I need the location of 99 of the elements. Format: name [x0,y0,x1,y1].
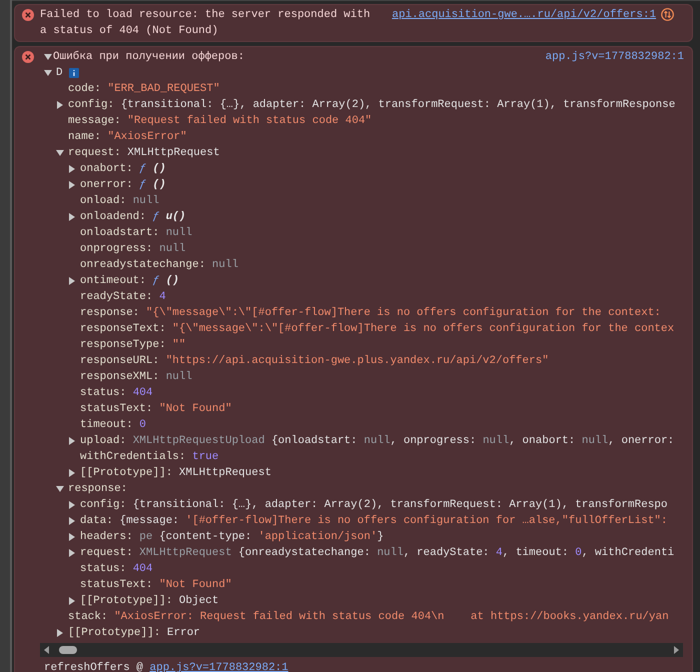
disclosure-triangle-icon[interactable] [68,181,76,189]
property-value: "" [172,338,186,353]
property-key: upload: [80,433,126,449]
property-value: ƒ () [139,178,166,193]
property-key: headers: [80,529,133,545]
property-key: onloadend: [80,209,146,225]
disclosure-triangle-icon[interactable] [44,53,52,61]
property-key: onloadstart: [80,225,160,241]
property-key: request: [68,145,121,161]
property-key: request: [80,545,133,561]
property-value: "ERR_BAD_REQUEST" [108,82,220,97]
property-key: onprogress: [80,241,153,257]
object-label: D [56,66,63,81]
disclosure-triangle-icon[interactable] [68,213,76,221]
property-key: config: [80,497,126,513]
property-key: message: [68,113,121,129]
disclosure-triangle-icon[interactable] [68,549,76,557]
disclosure-triangle-icon[interactable] [56,149,64,157]
property-key: responseText: [80,321,166,337]
property-value: pe {content-type: 'application/json'} [139,530,384,545]
property-value: XMLHttpRequest [127,146,220,161]
property-key: [[Prototype]]: [68,625,160,641]
property-key: data: [80,513,114,529]
disclosure-triangle-icon[interactable] [56,485,64,493]
error-icon [22,9,34,21]
property-value: {transitional: {…}, adapter: Array(2), transformRequest: Array(1), transformRespo [132,498,668,513]
property-value: "Not Found" [159,578,232,593]
disclosure-triangle-icon[interactable] [68,165,76,173]
property-value: "Request failed with status code 404" [127,114,372,129]
property-key: name: [68,129,102,145]
at-sign: @ [136,661,144,672]
property-key: statusText: [80,577,153,593]
property-value: 0 [139,418,146,433]
property-value: 404 [132,562,153,577]
disclosure-triangle-icon[interactable] [68,437,76,445]
property-key: withCredentials: [80,449,186,465]
property-key: onabort: [80,161,133,177]
property-value: ƒ () [139,162,166,177]
property-key: responseURL: [80,353,160,369]
property-value: ƒ () [152,274,180,289]
property-value: "Not Found" [159,402,232,417]
property-key: response: [80,305,140,321]
property-value: "https://api.acquisition-gwe.plus.yandex.ru/api/v2/offers" [166,354,549,369]
property-value: null [166,370,192,385]
property-value: Error [167,626,200,641]
property-key: onload: [80,193,126,209]
property-key: response: [68,481,128,497]
property-key: onreadystatechange: [80,257,206,273]
disclosure-triangle-icon[interactable] [68,533,76,541]
function-name: refreshOffers [44,661,130,672]
property-key: [[Prototype]]: [80,593,172,609]
property-value: XMLHttpRequest {onreadystatechange: null, readyState: 4, timeout: 0, withCredenti [139,546,674,561]
property-key: code: [68,81,102,97]
property-key: stack: [68,609,108,625]
property-value: 404 [132,386,153,401]
disclosure-triangle-icon[interactable] [56,629,64,637]
disclosure-triangle-icon[interactable] [44,69,52,77]
disclosure-triangle-icon[interactable] [68,597,76,605]
error-text: Ошибка при получении офферов: [53,50,244,65]
property-key: readyState: [80,289,153,305]
info-icon[interactable] [68,68,79,78]
property-value: Object [179,594,219,609]
property-value: null [166,226,192,241]
property-key: status: [80,561,126,577]
property-value: {message: '[#offer-flow]There is no offers configuration for …alse,"fullOfferList": [120,514,668,529]
disclosure-triangle-icon[interactable] [68,277,76,285]
disclosure-triangle-icon[interactable] [68,517,76,525]
property-value: null [132,194,160,209]
property-value: true [192,450,219,465]
property-key: config: [68,97,114,113]
property-key: [[Prototype]]: [80,465,172,481]
disclosure-triangle-icon[interactable] [68,469,76,477]
disclosure-triangle-icon[interactable] [56,101,64,109]
property-value: {transitional: {…}, adapter: Array(2), transformRequest: Array(1), transformResponse [120,98,676,113]
property-key: statusText: [80,401,153,417]
error-text: Failed to load resource: the server responded with a status of 404 (Not Found) [40,8,372,39]
source-link[interactable]: app.js?v=1778832982:1 [545,49,684,65]
property-key: timeout: [80,417,133,433]
property-key: responseXML: [80,369,160,385]
property-value: null [159,242,186,257]
property-key: responseType: [80,337,166,353]
property-value: "{\"message\":\"[#offer-flow]There is no offers configuration for the context: [146,306,661,321]
source-link[interactable]: api.acquisition-gwe.….ru/api/v2/offers:1 [392,7,656,23]
property-value: ƒ u() [152,210,186,225]
property-key: ontimeout: [80,273,146,289]
property-value: XMLHttpRequest [179,466,272,481]
property-key: onerror: [80,177,133,193]
disclosure-triangle-icon[interactable] [68,501,76,509]
property-value: "AxiosError: Request failed with status code 404\n at https://books.yandex.ru/yan [114,610,669,625]
horizontal-scrollbar[interactable] [40,643,683,657]
property-key: status: [80,385,126,401]
error-icon [22,51,34,63]
property-value: XMLHttpRequestUpload {onloadstart: null, onprogress: null, onabort: null, onerror: [132,434,674,449]
source-link[interactable]: app.js?v=1778832982:1 [150,660,288,672]
circled-arrows-icon[interactable] [661,8,674,21]
property-value: "{\"message\":\"[#offer-flow]There is no offers configuration for the contex [172,322,674,337]
property-value: "AxiosError" [108,130,187,145]
property-value: null [212,258,238,273]
property-value: 4 [159,290,166,305]
